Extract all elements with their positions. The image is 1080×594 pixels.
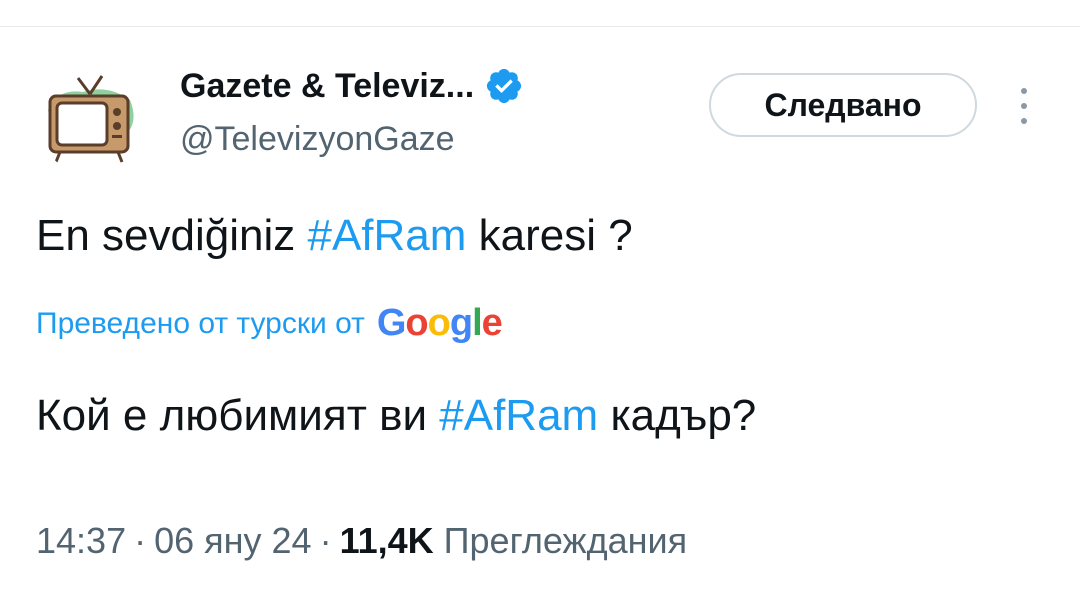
google-letter: l: [472, 302, 483, 344]
author-name-row[interactable]: Gazete & Televiz...: [180, 64, 524, 108]
meta-separator: ·: [319, 520, 332, 561]
hashtag-link[interactable]: #AfRam: [439, 391, 598, 440]
google-logo: Google: [376, 302, 503, 345]
tweet-time[interactable]: 14:37: [36, 520, 126, 561]
more-dot: [1021, 88, 1027, 94]
hashtag-link[interactable]: #AfRam: [307, 211, 466, 260]
translation-attribution: Преведено от турски от Google: [36, 302, 503, 345]
translated-text-after: кадър?: [598, 391, 757, 440]
avatar[interactable]: [38, 70, 142, 174]
google-letter: o: [405, 302, 428, 344]
tweet-card: Gazete & Televiz... @TelevizyonGaze След…: [0, 0, 1080, 594]
tweet-meta: 14:37 · 06 яну 24 · 11,4K Преглеждания: [36, 516, 687, 566]
views-count[interactable]: 11,4K: [340, 520, 434, 561]
author-display-name[interactable]: Gazete & Televiz...: [180, 67, 474, 106]
meta-separator: ·: [134, 520, 147, 561]
more-dot: [1021, 118, 1027, 124]
tweet-date[interactable]: 06 яну 24: [154, 520, 311, 561]
translated-tweet-text: Кой е любимият ви #AfRam кадър?: [36, 386, 756, 446]
translated-text-before: Кой е любимият ви: [36, 391, 440, 440]
tweet-text: En sevdiğiniz #AfRam karesi ?: [36, 206, 633, 266]
author-handle[interactable]: @TelevizyonGaze: [180, 120, 455, 159]
views-label[interactable]: Преглеждания: [444, 520, 687, 561]
translated-from-link[interactable]: Преведено от турски от: [36, 307, 365, 341]
tweet-text-after: karesi ?: [466, 211, 633, 260]
google-letter: G: [376, 302, 407, 344]
verified-badge-icon[interactable]: [484, 66, 524, 106]
tweet-text-before: En sevdiğiniz: [36, 211, 308, 260]
more-dot: [1021, 103, 1027, 109]
retro-tv-icon: [38, 70, 142, 174]
more-options-icon[interactable]: [1006, 80, 1042, 132]
google-letter: o: [427, 302, 451, 344]
following-button[interactable]: Следвано: [709, 73, 977, 137]
google-letter: e: [481, 302, 503, 344]
google-letter: g: [449, 302, 473, 344]
